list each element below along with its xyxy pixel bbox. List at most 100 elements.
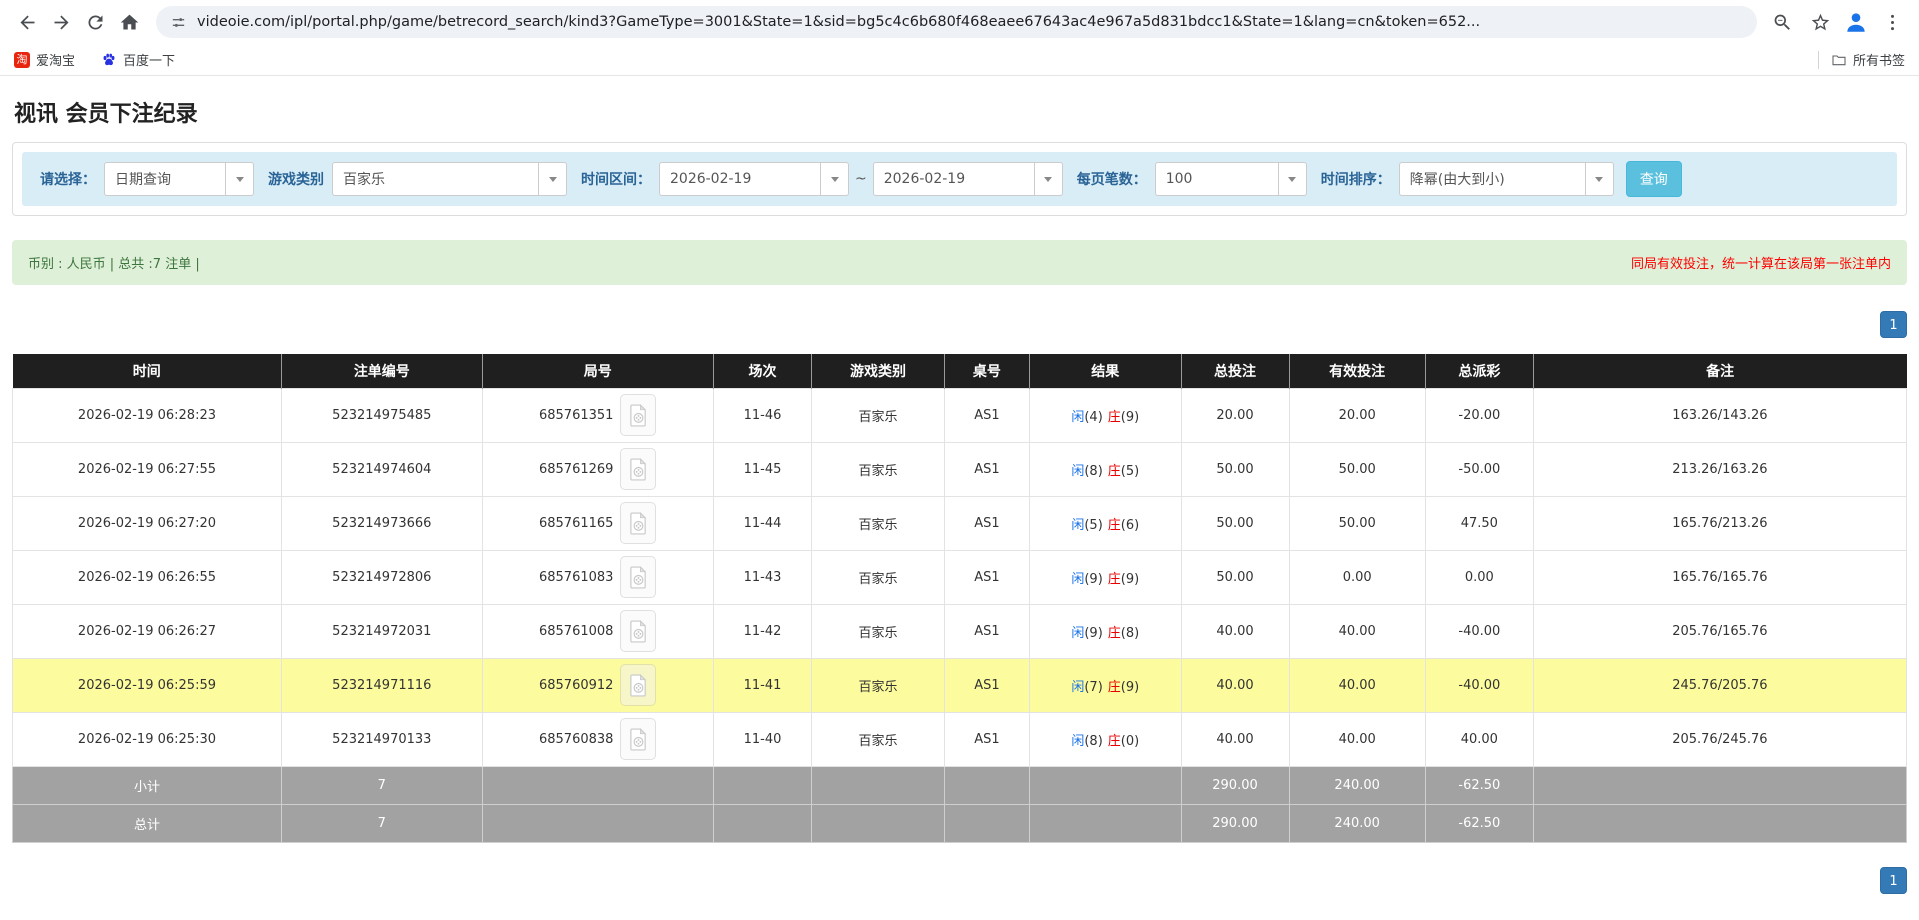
film-doc-icon [629, 512, 648, 535]
film-doc-icon [629, 620, 648, 643]
cell-payout: -50.00 [1425, 442, 1533, 496]
sort-label: 时间排序： [1321, 169, 1391, 189]
bookmark-baidu[interactable]: 百度一下 [101, 50, 175, 69]
summary-label: 总计 [13, 804, 282, 842]
cell-valid-bet: 20.00 [1289, 388, 1425, 442]
page-1-button[interactable]: 1 [1880, 867, 1907, 894]
pagination-top: 1 [12, 311, 1907, 338]
cell-result: 闲(9) 庄(8) [1030, 604, 1182, 658]
tilde-separator: ~ [855, 171, 867, 187]
cell-total-bet: 50.00 [1181, 496, 1289, 550]
round-id-text: 685760838 [539, 732, 613, 747]
cell-note: 213.26/163.26 [1533, 442, 1906, 496]
result-banker: 庄(8) [1108, 626, 1139, 641]
profile-avatar[interactable] [1841, 7, 1871, 37]
result-player: 闲(9) [1071, 626, 1102, 641]
summary-payout: -62.50 [1425, 804, 1533, 842]
cell-payout: 40.00 [1425, 712, 1533, 766]
query-type-select[interactable]: 日期查询 [104, 162, 254, 196]
col-time: 时间 [13, 354, 282, 388]
zoom-out-icon[interactable] [1765, 5, 1799, 39]
summary-valid-bet: 240.00 [1289, 766, 1425, 804]
cell-payout: -40.00 [1425, 658, 1533, 712]
cell-bet-id: 523214971116 [281, 658, 482, 712]
cell-game-type: 百家乐 [812, 388, 945, 442]
date-to-select[interactable]: 2026-02-19 [873, 162, 1063, 196]
search-button[interactable]: 查询 [1626, 161, 1682, 197]
home-icon[interactable] [112, 5, 146, 39]
col-session: 场次 [713, 354, 811, 388]
cell-round-id: 685761083 [482, 550, 713, 604]
result-player: 闲(9) [1071, 572, 1102, 587]
table-row: 2026-02-19 06:26:27 523214972031 6857610… [13, 604, 1907, 658]
page-1-button[interactable]: 1 [1880, 311, 1907, 338]
video-replay-button[interactable] [620, 448, 656, 490]
bookmark-label: 百度一下 [123, 50, 175, 69]
cell-result: 闲(4)庄(9) [1030, 388, 1182, 442]
cell-total-bet: 50.00 [1181, 550, 1289, 604]
reload-icon[interactable] [78, 5, 112, 39]
sort-select[interactable]: 降幂(由大到小) [1399, 162, 1614, 196]
cell-payout: 0.00 [1425, 550, 1533, 604]
cell-bet-id: 523214972031 [281, 604, 482, 658]
table-row: 2026-02-19 06:25:59 523214971116 6857609… [13, 658, 1907, 712]
forward-icon[interactable] [44, 5, 78, 39]
game-type-select[interactable]: 百家乐 [332, 162, 567, 196]
cell-valid-bet: 40.00 [1289, 712, 1425, 766]
col-result: 结果 [1030, 354, 1182, 388]
address-bar[interactable]: videoie.com/ipl/portal.php/game/betrecor… [156, 6, 1757, 38]
summary-row: 总计 7 290.00 240.00 -62.50 [13, 804, 1907, 842]
cell-bet-id: 523214970133 [281, 712, 482, 766]
summary-payout: -62.50 [1425, 766, 1533, 804]
cell-result: 闲(5)庄(6) [1030, 496, 1182, 550]
table-row: 2026-02-19 06:26:55 523214972806 6857610… [13, 550, 1907, 604]
cell-valid-bet: 50.00 [1289, 496, 1425, 550]
cell-session: 11-42 [713, 604, 811, 658]
cell-session: 11-40 [713, 712, 811, 766]
cell-table-no: AS1 [944, 712, 1029, 766]
cell-valid-bet: 40.00 [1289, 658, 1425, 712]
cell-bet-id: 523214975485 [281, 388, 482, 442]
cell-game-type: 百家乐 [812, 550, 945, 604]
date-from-select[interactable]: 2026-02-19 [659, 162, 849, 196]
cell-note: 165.76/165.76 [1533, 550, 1906, 604]
bookmark-star-icon[interactable] [1803, 5, 1837, 39]
cell-note: 205.76/165.76 [1533, 604, 1906, 658]
table-row: 2026-02-19 06:27:55 523214974604 6857612… [13, 442, 1907, 496]
cell-table-no: AS1 [944, 658, 1029, 712]
film-doc-icon [629, 728, 648, 751]
col-bet-id: 注单编号 [281, 354, 482, 388]
video-replay-button[interactable] [620, 502, 656, 544]
video-replay-button[interactable] [620, 718, 656, 760]
summary-total-bet: 290.00 [1181, 766, 1289, 804]
cell-session: 11-44 [713, 496, 811, 550]
bookmark-aitaobao[interactable]: 淘 爱淘宝 [14, 50, 75, 69]
chevron-down-icon [1034, 163, 1062, 195]
cell-table-no: AS1 [944, 496, 1029, 550]
cell-time: 2026-02-19 06:27:55 [13, 442, 282, 496]
cell-table-no: AS1 [944, 388, 1029, 442]
video-replay-button[interactable] [620, 556, 656, 598]
back-icon[interactable] [10, 5, 44, 39]
cell-result: 闲(8)庄(5) [1030, 442, 1182, 496]
bookmarks-bar: 淘 爱淘宝 百度一下 所有书签 [0, 44, 1919, 76]
cell-valid-bet: 40.00 [1289, 604, 1425, 658]
summary-count: 7 [281, 804, 482, 842]
site-info-icon[interactable] [170, 14, 187, 31]
page-size-select[interactable]: 100 [1155, 162, 1307, 196]
chevron-down-icon [538, 163, 566, 195]
cell-total-bet: 40.00 [1181, 712, 1289, 766]
round-id-text: 685761008 [539, 624, 613, 639]
menu-dots-icon[interactable] [1875, 5, 1909, 39]
cell-valid-bet: 50.00 [1289, 442, 1425, 496]
video-replay-button[interactable] [620, 664, 656, 706]
cell-session: 11-46 [713, 388, 811, 442]
cell-table-no: AS1 [944, 604, 1029, 658]
cell-session: 11-41 [713, 658, 811, 712]
video-replay-button[interactable] [620, 610, 656, 652]
round-id-text: 685761269 [539, 462, 613, 477]
result-banker: 庄(9) [1108, 572, 1139, 587]
all-bookmarks-button[interactable]: 所有书签 [1831, 50, 1905, 69]
cell-table-no: AS1 [944, 442, 1029, 496]
video-replay-button[interactable] [620, 394, 656, 436]
